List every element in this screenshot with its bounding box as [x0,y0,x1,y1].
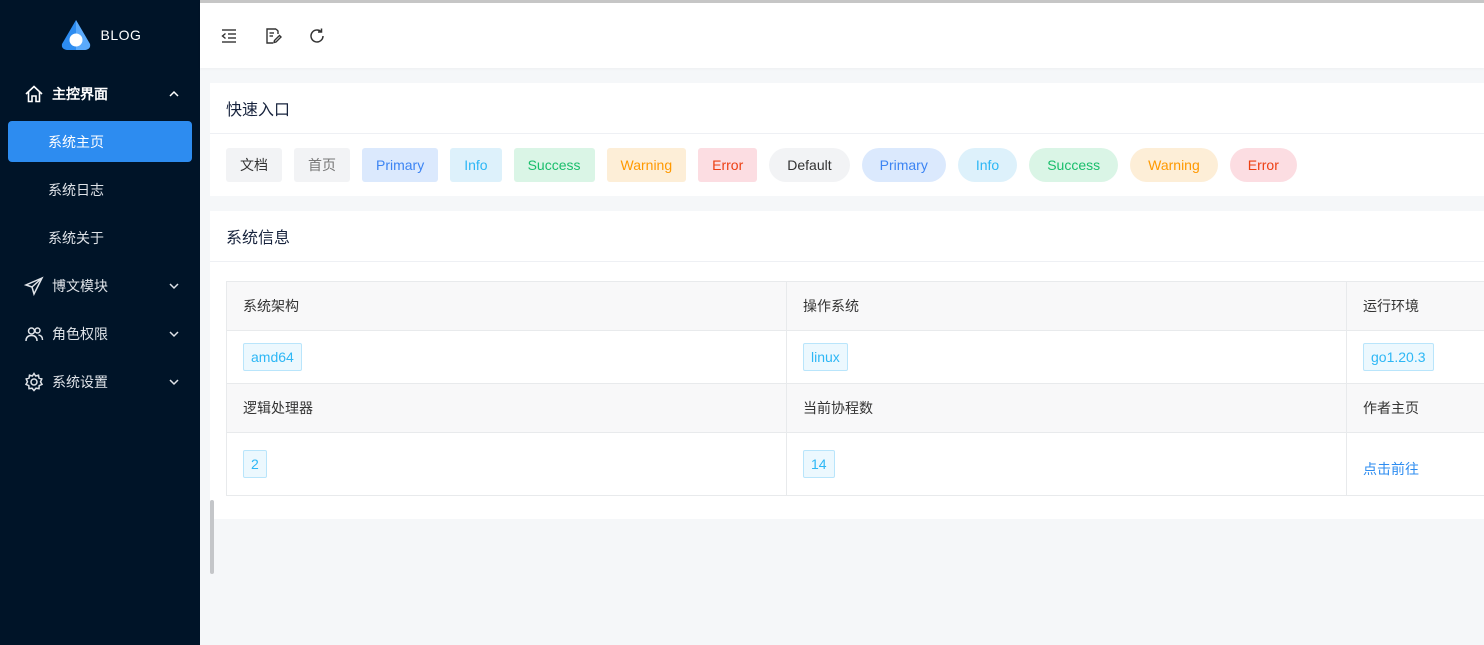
chevron-down-icon [168,280,180,292]
home-button[interactable]: 首页 [294,148,350,182]
sidebar-group-roles[interactable]: 角色权限 [0,310,200,358]
goroutines-tag: 14 [803,450,835,478]
logo[interactable]: BLOG [0,0,200,70]
sidebar: BLOG 主控界面 系统主页 系统日志 系统关于 博文模块 角色权限 系统设置 [0,0,200,645]
chevron-down-icon [168,328,180,340]
header-os: 操作系统 [787,282,1347,330]
sidebar-group-dashboard[interactable]: 主控界面 [0,70,200,118]
primary-button[interactable]: Primary [362,148,439,182]
runtime-tag: go1.20.3 [1363,343,1434,371]
sidebar-group-settings[interactable]: 系统设置 [0,358,200,406]
sidebar-group-label: 系统设置 [52,374,108,390]
info-button[interactable]: Info [450,148,502,182]
quick-access-buttons: 文档 首页 Primary Info Success Warning Error… [210,134,1484,196]
chevron-up-icon [168,88,180,100]
home-icon [24,84,44,104]
cpu-tag: 2 [243,450,267,478]
edit-note-icon[interactable] [260,23,286,49]
info-round-button[interactable]: Info [957,148,1018,182]
os-tag: linux [803,343,848,371]
author-home-link[interactable]: 点击前往 [1363,449,1419,479]
quick-access-card: 快速入口 文档 首页 Primary Info Success Warning … [210,83,1484,196]
quick-access-title: 快速入口 [210,83,1484,134]
sidebar-item-label: 系统日志 [48,182,104,198]
system-info-card: 系统信息 系统架构 操作系统 运行环境 amd64 linux go1.20.3… [210,211,1484,519]
success-round-button[interactable]: Success [1029,148,1119,182]
header-arch: 系统架构 [227,282,787,330]
sidebar-item-home[interactable]: 系统主页 [8,121,192,162]
warning-round-button[interactable]: Warning [1130,148,1218,182]
error-button[interactable]: Error [698,148,758,182]
default-round-button[interactable]: Default [769,148,850,182]
sidebar-item-label: 系统关于 [48,230,104,246]
sidebar-item-label: 系统主页 [48,133,104,150]
scrollbar-thumb[interactable] [210,500,214,574]
table-header-row: 逻辑处理器 当前协程数 作者主页 [227,384,1484,433]
header-author: 作者主页 [1363,400,1419,416]
warning-button[interactable]: Warning [606,148,687,182]
main-area: 快速入口 文档 首页 Primary Info Success Warning … [200,0,1484,645]
primary-round-button[interactable]: Primary [861,148,946,182]
top-toolbar [200,0,1484,68]
logo-icon [59,18,93,52]
send-icon [24,276,44,296]
brand-name: BLOG [100,27,142,43]
sidebar-group-label: 角色权限 [52,326,108,342]
error-round-button[interactable]: Error [1229,148,1297,182]
docs-button[interactable]: 文档 [226,148,282,182]
arch-tag: amd64 [243,343,302,371]
system-info-table: 系统架构 操作系统 运行环境 amd64 linux go1.20.3 逻辑处理… [226,281,1484,496]
header-goroutines: 当前协程数 [787,384,1347,432]
chevron-down-icon [168,376,180,388]
sidebar-group-posts[interactable]: 博文模块 [0,262,200,310]
success-button[interactable]: Success [513,148,595,182]
sidebar-menu: 主控界面 系统主页 系统日志 系统关于 博文模块 角色权限 系统设置 [0,70,200,406]
table-header-row: 系统架构 操作系统 运行环境 [227,282,1484,331]
header-cpu: 逻辑处理器 [227,384,787,432]
refresh-icon[interactable] [304,23,330,49]
table-row: 2 14 点击前往 [227,433,1484,495]
users-icon [24,324,44,344]
gear-icon [24,372,44,392]
sidebar-item-logs[interactable]: 系统日志 [0,166,200,214]
sidebar-group-label: 主控界面 [52,86,108,102]
header-runtime: 运行环境 [1363,298,1419,314]
system-info-title: 系统信息 [210,211,1484,262]
menu-collapse-icon[interactable] [216,23,242,49]
sidebar-group-label: 博文模块 [52,278,108,294]
table-row: amd64 linux go1.20.3 [227,331,1484,384]
sidebar-item-about[interactable]: 系统关于 [0,214,200,262]
